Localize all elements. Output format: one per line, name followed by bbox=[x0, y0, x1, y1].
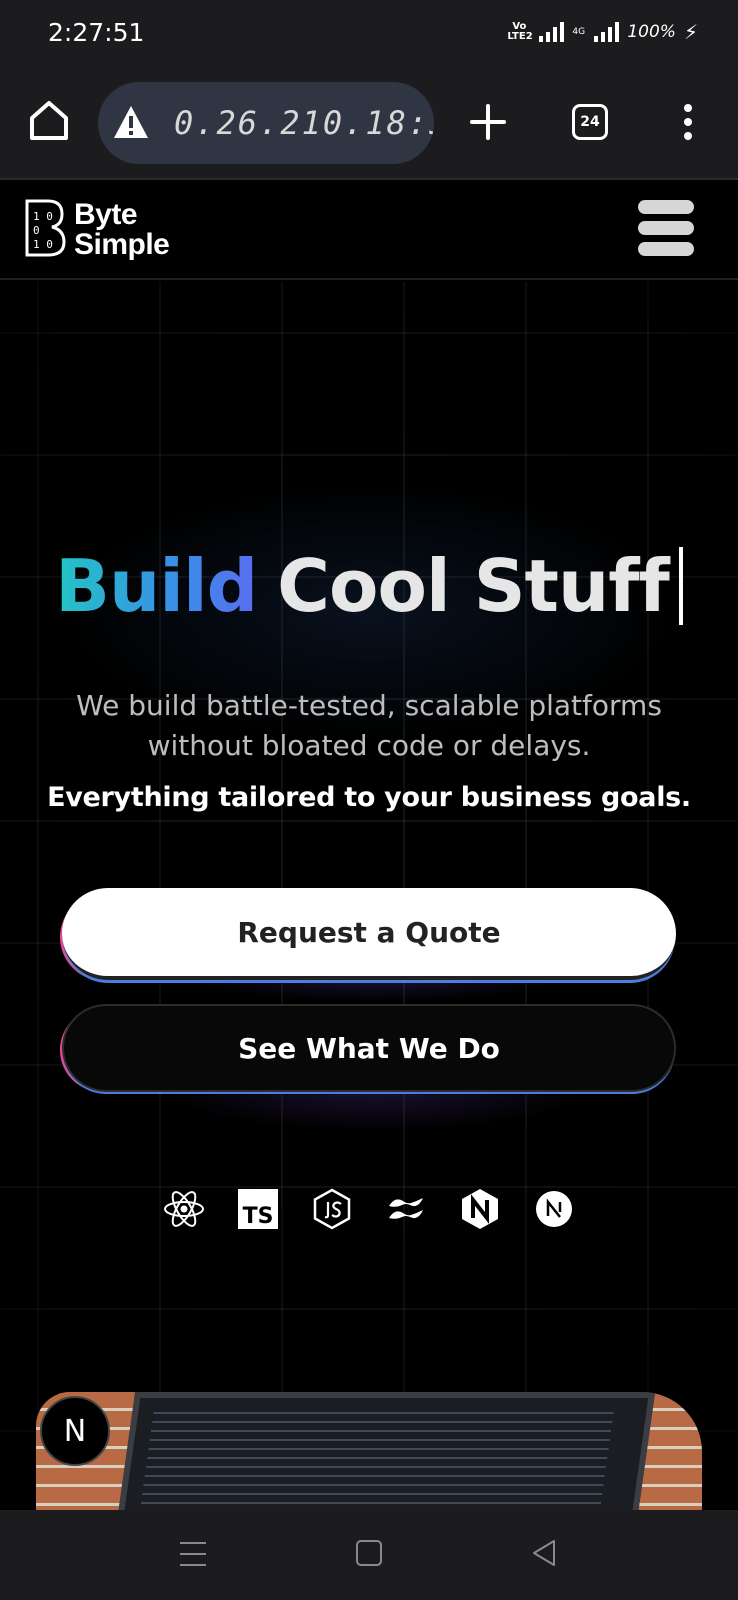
address-bar[interactable]: 0.26.210.18:300 bbox=[98, 82, 434, 164]
tabs-icon[interactable]: 24 bbox=[572, 104, 608, 140]
network-type-label: 4G bbox=[572, 26, 586, 37]
hamburger-menu-icon[interactable] bbox=[638, 200, 696, 260]
nextjs-badge-icon: N bbox=[40, 1396, 110, 1466]
headline-accent: Build bbox=[55, 544, 258, 628]
nextjs-icon bbox=[536, 1191, 572, 1227]
see-what-we-do-button[interactable]: See What We Do bbox=[62, 1004, 676, 1092]
tech-stack-row: TS bbox=[0, 1188, 738, 1230]
svg-text:TS: TS bbox=[243, 1204, 274, 1229]
nodejs-icon bbox=[313, 1188, 351, 1230]
tailwind-icon bbox=[389, 1198, 423, 1219]
home-icon[interactable] bbox=[28, 98, 70, 142]
status-time: 2:27:51 bbox=[48, 18, 145, 47]
typing-caret bbox=[678, 547, 683, 625]
project-preview-card[interactable]: N bbox=[36, 1392, 702, 1510]
warning-icon[interactable] bbox=[112, 104, 150, 140]
logo-text: Byte Simple bbox=[74, 198, 170, 261]
status-bar: 2:27:51 Vo LTE2 4G 100% ⚡ bbox=[0, 0, 738, 66]
recents-icon[interactable] bbox=[180, 1542, 206, 1566]
request-quote-button[interactable]: Request a Quote bbox=[62, 888, 676, 980]
system-nav-bar bbox=[0, 1510, 738, 1600]
back-icon[interactable] bbox=[530, 1538, 558, 1568]
site-header: 1 0 0 1 0 Byte Simple bbox=[0, 182, 738, 280]
svg-text:1 0: 1 0 bbox=[33, 238, 53, 251]
react-icon bbox=[164, 1191, 204, 1227]
plus-icon[interactable] bbox=[468, 102, 508, 142]
hero-tagline: Everything tailored to your business goa… bbox=[47, 782, 691, 813]
hero-section: Build Cool Stuff We build battle-tested, … bbox=[0, 282, 738, 1510]
more-vert-icon[interactable] bbox=[680, 104, 696, 144]
url-text[interactable]: 0.26.210.18:300 bbox=[174, 104, 434, 142]
site-logo[interactable]: 1 0 0 1 0 Byte Simple bbox=[24, 194, 194, 264]
signal-icon-2 bbox=[594, 22, 620, 42]
browser-toolbar: 0.26.210.18:300 24 bbox=[0, 66, 738, 180]
signal-icon bbox=[539, 22, 565, 42]
headline-rest: Cool Stuff bbox=[277, 544, 670, 628]
status-indicators: Vo LTE2 4G 100% ⚡ bbox=[507, 20, 698, 44]
battery-percent: 100% bbox=[627, 22, 676, 42]
svg-text:0: 0 bbox=[33, 224, 40, 237]
logo-mark-icon: 1 0 0 1 0 bbox=[25, 199, 66, 257]
hero-subtext: We build battle-tested, scalable platfor… bbox=[76, 689, 662, 762]
volte-icon: Vo LTE2 bbox=[507, 21, 533, 42]
nestjs-icon bbox=[462, 1189, 498, 1229]
system-home-icon[interactable] bbox=[356, 1540, 382, 1566]
charging-icon: ⚡ bbox=[683, 20, 698, 44]
typescript-icon: TS bbox=[238, 1189, 278, 1229]
svg-text:1 0: 1 0 bbox=[33, 210, 53, 223]
hero-headline: Build Cool Stuff bbox=[0, 544, 738, 628]
